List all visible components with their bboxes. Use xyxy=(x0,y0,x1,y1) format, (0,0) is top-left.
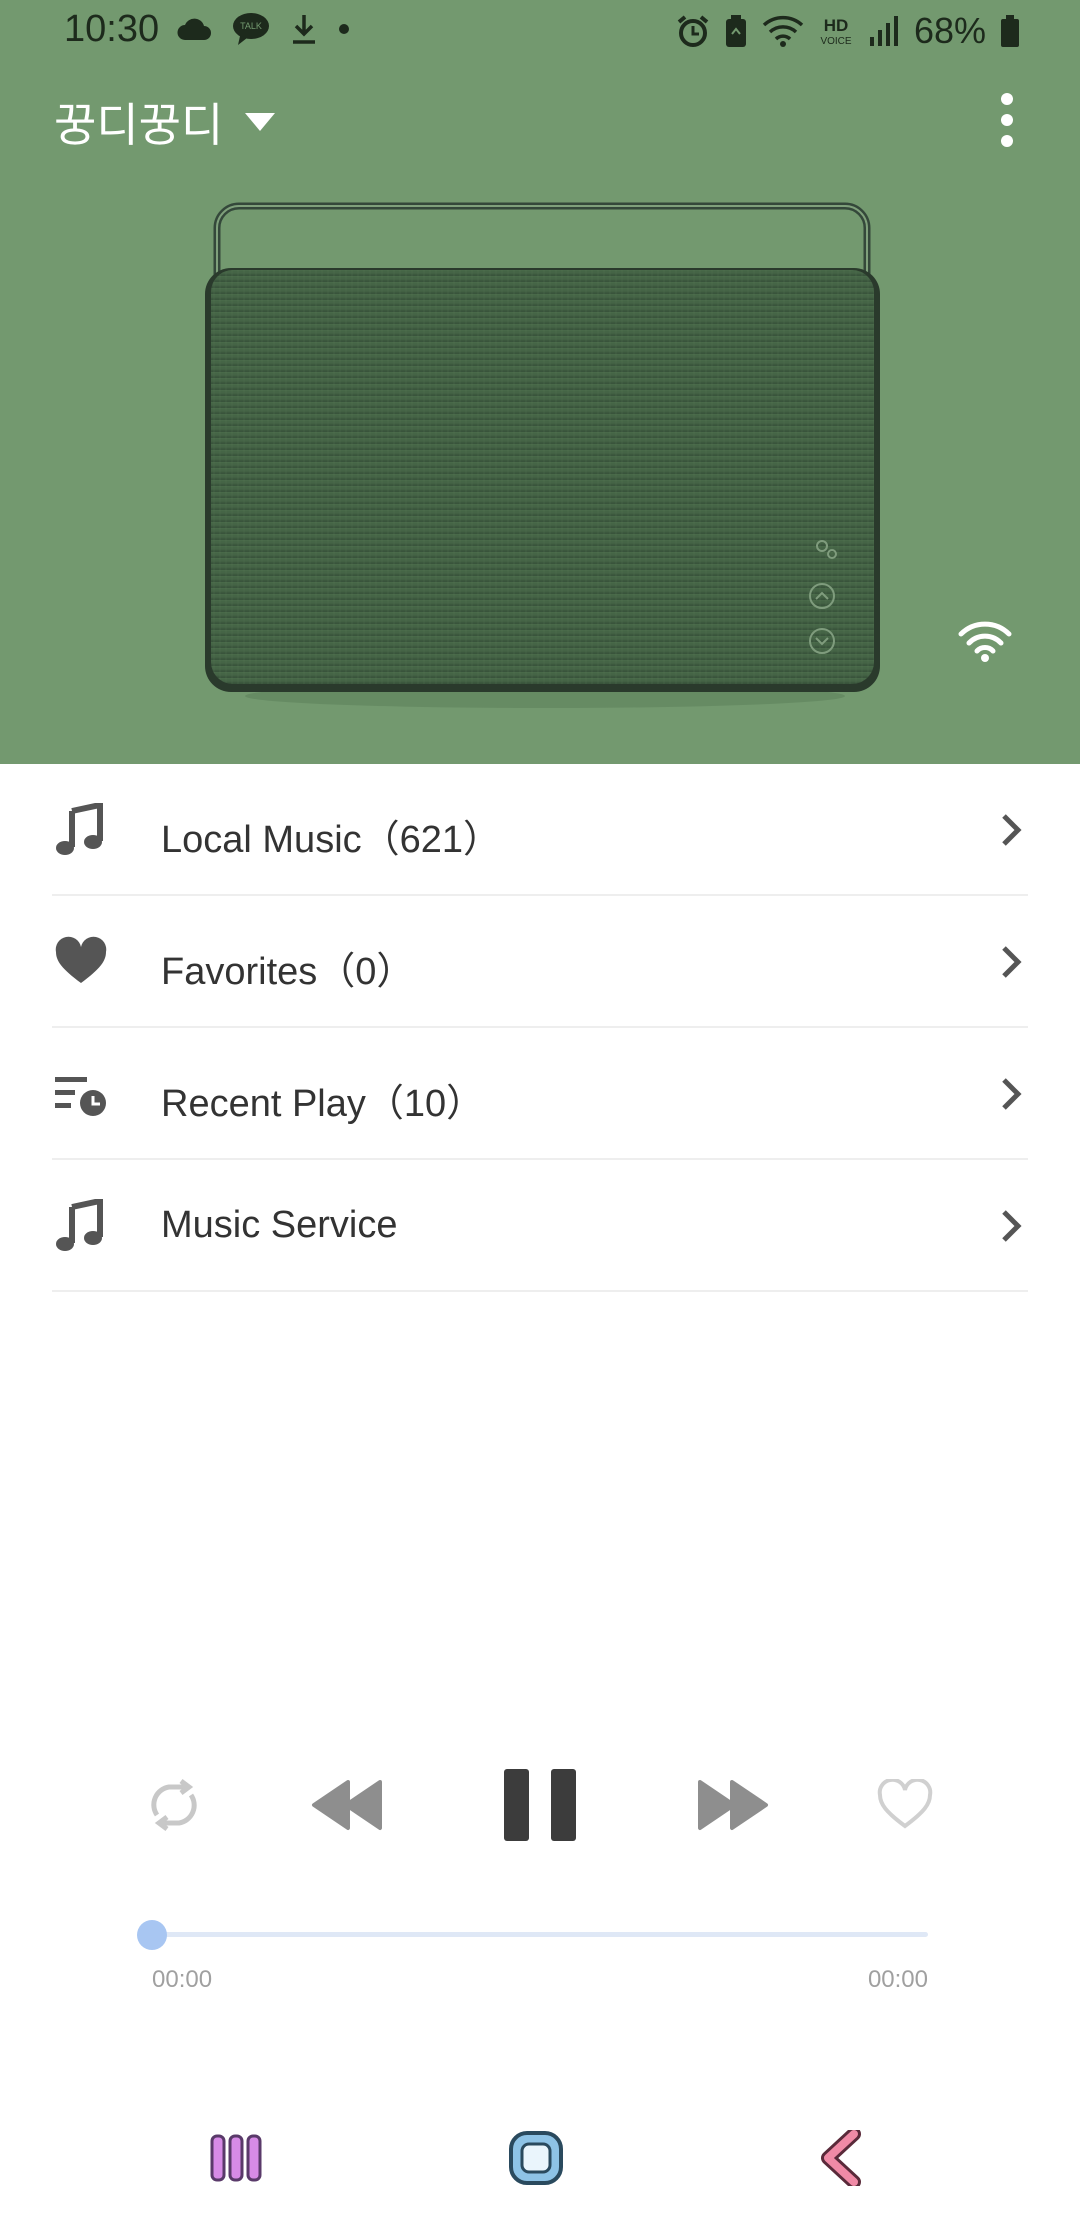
menu-item-label: Music Service xyxy=(161,1204,398,1246)
status-time: 10:30 xyxy=(64,8,160,50)
status-right-icons: HD VOICE 68% xyxy=(676,10,1020,52)
svg-text:TALK: TALK xyxy=(240,21,262,31)
svg-text:VOICE: VOICE xyxy=(820,36,851,47)
svg-text:HD: HD xyxy=(824,16,849,35)
menu-item-recent-play[interactable]: Recent Play（10） xyxy=(0,1028,1080,1160)
music-note-icon xyxy=(56,1199,103,1251)
repeat-button[interactable] xyxy=(140,1760,208,1850)
recent-apps-icon[interactable] xyxy=(206,2130,266,2186)
device-hero: 10:30 TALK HD VOICE 68% 꿍디꿍디 xyxy=(0,0,1080,764)
recent-playlist-icon xyxy=(55,1077,106,1116)
fast-forward-icon xyxy=(698,1780,768,1830)
play-pause-button[interactable] xyxy=(500,1760,580,1850)
cloud-icon xyxy=(177,18,211,40)
seek-bar[interactable] xyxy=(137,1920,928,1950)
menu-item-label: Local Music（621） xyxy=(161,819,502,861)
seek-knob[interactable] xyxy=(137,1920,167,1950)
seek-track xyxy=(152,1932,928,1937)
wifi-icon xyxy=(762,15,804,47)
signal-icon xyxy=(869,16,898,46)
divider xyxy=(52,1290,1028,1292)
menu-item-favorites[interactable]: Favorites（0） xyxy=(0,896,1080,1028)
battery-percent: 68% xyxy=(913,10,986,51)
hd-voice-icon: HDVOICE xyxy=(820,16,851,47)
next-button[interactable] xyxy=(696,1760,770,1850)
chevron-right-icon xyxy=(1002,1210,1022,1242)
elapsed-time: 00:00 xyxy=(152,1966,213,1993)
heart-outline-icon xyxy=(877,1779,933,1829)
total-duration: 00:00 xyxy=(867,1966,928,1993)
kakaotalk-icon: TALK xyxy=(233,13,269,45)
home-icon[interactable] xyxy=(506,2130,566,2186)
device-selector[interactable]: 꿍디꿍디 xyxy=(54,92,276,152)
battery-saver-icon xyxy=(725,15,746,47)
more-vert-icon[interactable] xyxy=(992,92,1022,148)
repeat-icon xyxy=(151,1779,197,1831)
heart-icon xyxy=(55,936,107,983)
battery-icon xyxy=(1001,15,1019,47)
player-controls xyxy=(0,1760,1080,1850)
library-menu: Local Music（621） Favorites（0） Recent Pla… xyxy=(0,764,1080,1292)
status-bar: 10:30 TALK HD VOICE 68% xyxy=(0,0,1080,64)
alarm-icon xyxy=(677,15,709,47)
wifi-icon xyxy=(958,621,1012,662)
dot-icon xyxy=(339,24,349,34)
status-left-icons: TALK xyxy=(176,12,350,46)
speaker-image xyxy=(205,202,880,708)
caret-down-icon xyxy=(245,113,276,131)
device-name: 꿍디꿍디 xyxy=(54,99,224,151)
menu-item-label: Recent Play（10） xyxy=(161,1083,485,1125)
menu-item-local-music[interactable]: Local Music（621） xyxy=(0,764,1080,896)
previous-button[interactable] xyxy=(310,1760,384,1850)
music-note-icon xyxy=(56,803,103,855)
pause-icon xyxy=(504,1769,576,1841)
menu-item-label: Favorites（0） xyxy=(161,951,415,993)
favorite-button[interactable] xyxy=(872,1760,938,1850)
system-nav-bar xyxy=(0,2110,1080,2200)
chevron-right-icon xyxy=(1002,946,1022,978)
back-icon[interactable] xyxy=(814,2130,874,2186)
rewind-icon xyxy=(312,1780,382,1830)
chevron-right-icon xyxy=(1002,1078,1022,1110)
menu-item-music-service[interactable]: Music Service xyxy=(0,1160,1080,1292)
chevron-right-icon xyxy=(1002,814,1022,846)
download-icon xyxy=(293,15,315,44)
